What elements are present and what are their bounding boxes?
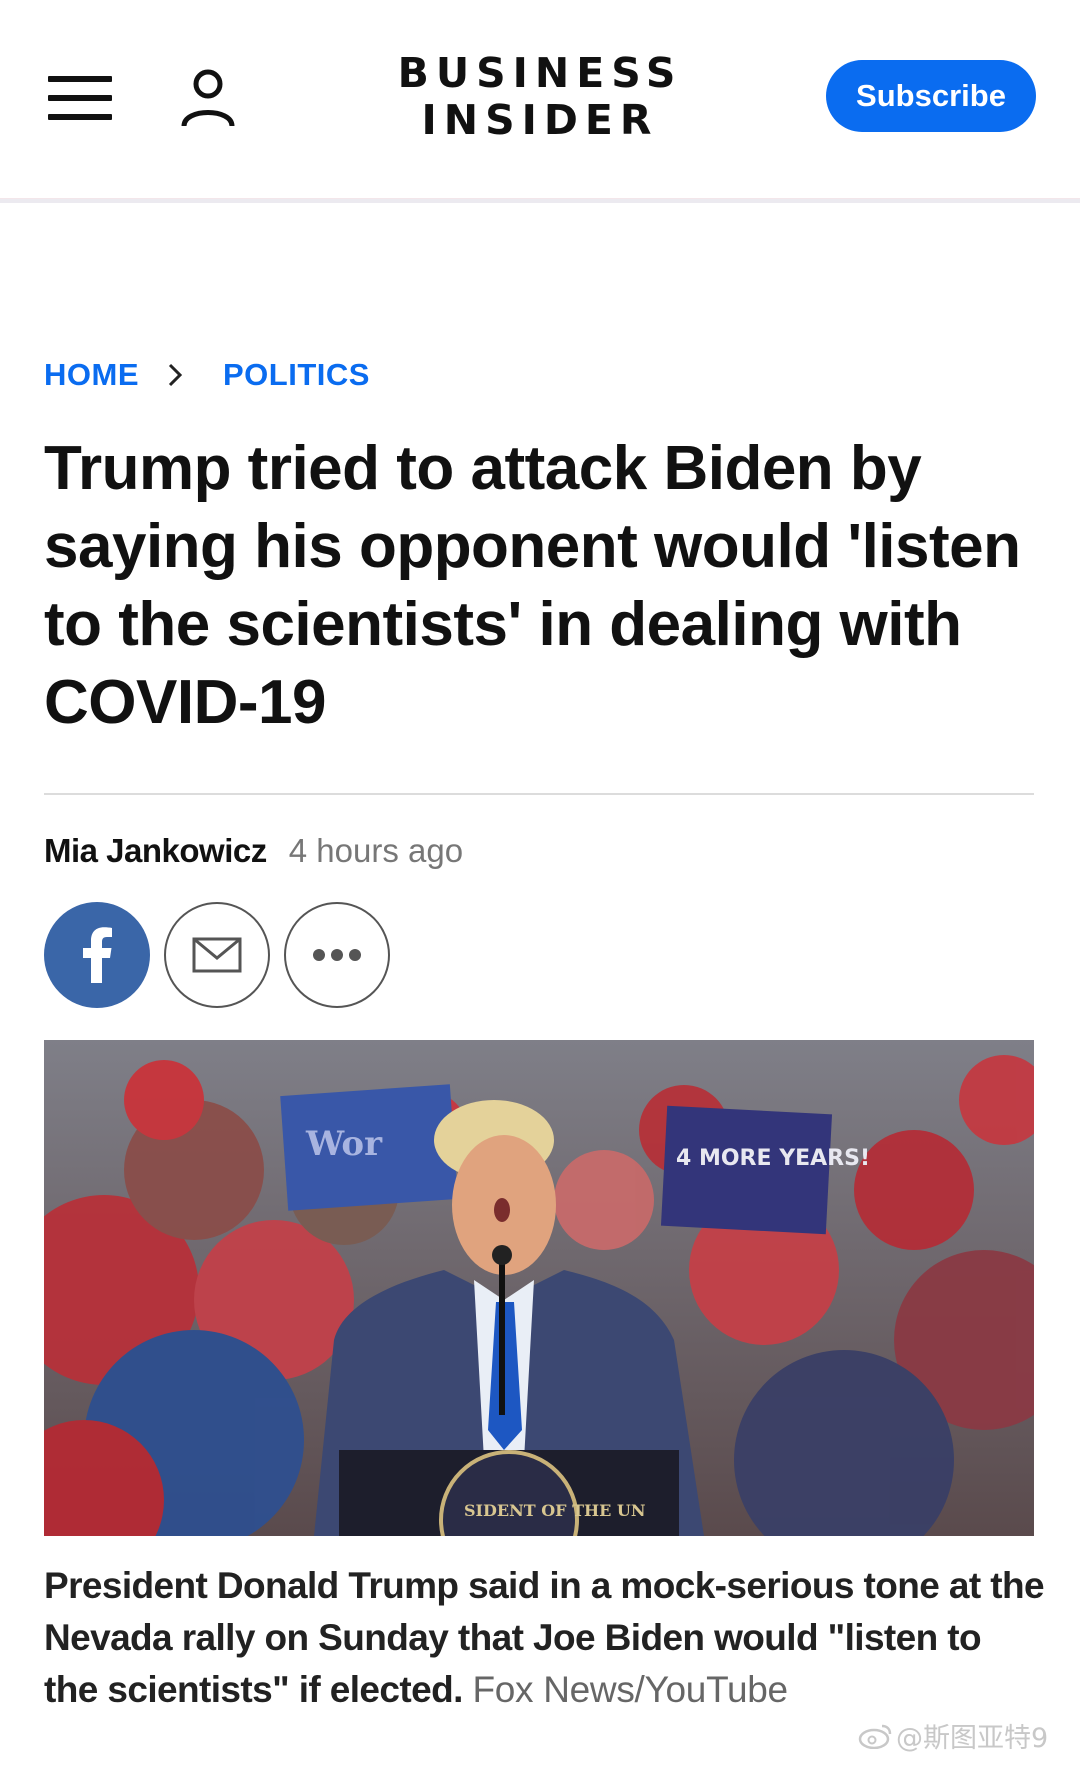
site-header: BUSINESS INSIDER Subscribe xyxy=(0,0,1080,203)
more-share-button[interactable] xyxy=(284,902,390,1008)
email-share-button[interactable] xyxy=(164,902,270,1008)
email-icon xyxy=(192,937,242,973)
photo-caption: President Donald Trump said in a mock-se… xyxy=(44,1560,1045,1716)
watermark: @斯图亚特9 xyxy=(858,1716,1048,1755)
byline: Mia Jankowicz 4 hours ago xyxy=(44,832,463,870)
watermark-text: @斯图亚特9 xyxy=(896,1723,1049,1754)
logo-line-business: BUSINESS xyxy=(397,49,683,97)
seal-text: SIDENT OF THE UN xyxy=(464,1501,645,1520)
article-headline: Trump tried to attack Biden by saying hi… xyxy=(44,434,1021,737)
breadcrumb-home-link[interactable]: HOME xyxy=(44,357,139,393)
subscribe-button[interactable]: Subscribe xyxy=(826,60,1036,132)
sign-more-years-text: 4 MORE YEARS! xyxy=(676,1146,870,1171)
photo-credit: Fox News/YouTube xyxy=(472,1669,788,1710)
breadcrumb-politics-link[interactable]: POLITICS xyxy=(223,357,370,393)
rally-scene-image: Wor 4 MORE YEARS! SIDENT OF THE UN xyxy=(44,1040,1034,1536)
more-icon xyxy=(313,949,361,961)
logo-line-insider: INSIDER xyxy=(421,96,659,144)
site-logo[interactable]: BUSINESS INSIDER xyxy=(370,50,710,144)
article-photo[interactable]: Wor 4 MORE YEARS! SIDENT OF THE UN xyxy=(44,1040,1034,1536)
weibo-icon xyxy=(858,1724,892,1749)
breadcrumb: HOME POLITICS xyxy=(44,352,370,398)
facebook-icon xyxy=(83,927,112,983)
headline-divider xyxy=(44,793,1034,795)
facebook-share-button[interactable] xyxy=(44,902,150,1008)
publish-time: 4 hours ago xyxy=(288,832,464,869)
sign-wor-text: Wor xyxy=(305,1124,383,1164)
user-icon[interactable] xyxy=(180,68,236,128)
hamburger-icon[interactable] xyxy=(48,76,112,120)
author-name[interactable]: Mia Jankowicz xyxy=(44,832,267,870)
chevron-right-icon xyxy=(167,362,183,388)
header-divider xyxy=(0,198,1080,203)
